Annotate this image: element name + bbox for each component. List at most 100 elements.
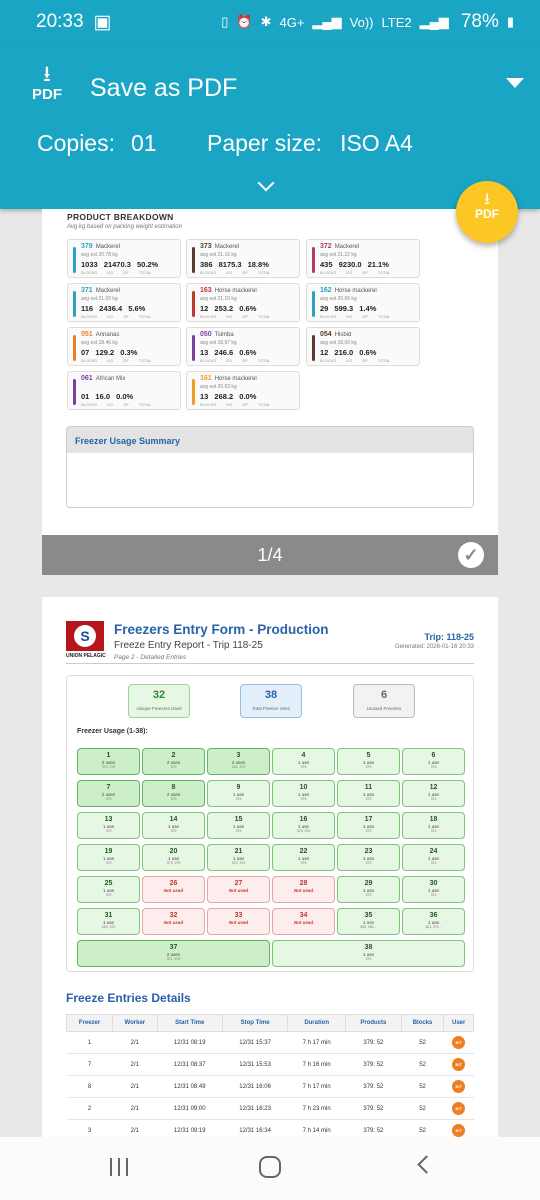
table-cell: 2/1 xyxy=(112,1097,158,1120)
product-color-bar xyxy=(73,379,76,405)
recent-apps-button[interactable] xyxy=(110,1158,130,1176)
printer-select[interactable]: Save as PDF xyxy=(90,74,237,103)
product-name: Horse mackerel xyxy=(214,376,257,382)
product-name: African Mix xyxy=(95,376,126,382)
report-subtitle: Freeze Entry Report - Trip 118-25 xyxy=(114,640,263,651)
user-badge: B/T xyxy=(452,1124,466,1137)
freezer-cell: 61 use 379 xyxy=(402,748,465,775)
freezer-cell: 19 1 use 379 xyxy=(77,844,140,871)
product-numbers: 12 216.0 0.6% xyxy=(320,348,377,357)
product-units: BLOCKS KG OF TOTAL xyxy=(81,402,152,407)
column-header: Worker xyxy=(112,1014,158,1032)
preview-page-1[interactable]: PRODUCT BREAKDOWN Avg kg based on packin… xyxy=(42,209,498,535)
network-type: 4G+ xyxy=(279,14,305,30)
freezer-cell: 22 1 use 379 xyxy=(272,844,335,871)
freezer-cell: 38 1 use 371 xyxy=(272,940,465,967)
freezer-cell: 23 1 use 372 xyxy=(337,844,400,871)
product-numbers: 29 599.3 1.4% xyxy=(320,304,377,313)
product-numbers: 01 16.0 0.0% xyxy=(81,392,134,401)
preview-page-2[interactable]: S UNION PELAGIC Freezers Entry Form - Pr… xyxy=(42,597,498,1142)
freezer-cell: 30 1 use 372 xyxy=(402,876,465,903)
product-card: 373 Mackerel avg est 21.16 kg 386 8175.3 18… xyxy=(186,239,300,278)
product-units: BLOCKS KG OF TOTAL xyxy=(200,402,271,407)
table-cell: 12/31 15:53 xyxy=(222,1053,288,1076)
page-number: 1/4 xyxy=(257,545,283,565)
trip-label: Trip: 118-25 xyxy=(424,632,474,642)
download-icon: ⭳ xyxy=(484,191,490,208)
user-badge: B/T xyxy=(452,1036,466,1049)
freezer-cell: 25 1 use 372 xyxy=(77,876,140,903)
home-button[interactable] xyxy=(259,1156,281,1178)
product-name: Horse mackerel xyxy=(214,288,257,294)
product-breakdown-subtitle: Avg kg based on packing weight estimatio… xyxy=(67,224,182,230)
product-avg: avg est 21.16 kg xyxy=(200,252,237,258)
product-name: Mackerel xyxy=(95,244,121,250)
freezer-cell: 16 1 use 373, 379 xyxy=(272,812,335,839)
table-cell: 379: 52 xyxy=(345,1031,402,1054)
page-selected-check-icon[interactable]: ✓ xyxy=(458,542,484,568)
paper-size-value[interactable]: ISO A4 xyxy=(340,130,413,156)
user-badge: B/T xyxy=(452,1058,466,1071)
product-name: Mackerel xyxy=(214,244,240,250)
product-name: Horse mackerel xyxy=(334,288,377,294)
product-color-bar xyxy=(73,247,76,273)
freezer-cell: 51 use 379 xyxy=(337,748,400,775)
table-cell: B/T xyxy=(443,1097,474,1120)
freezer-cell: 35 1 use 050, 061... xyxy=(337,908,400,935)
table-cell: B/T xyxy=(443,1075,474,1098)
table-cell: 12/31 08:49 xyxy=(157,1075,223,1098)
product-units: BLOCKS KG OF TOTAL xyxy=(320,314,391,319)
product-code: 061 African Mix xyxy=(81,375,126,382)
freezer-cell: 12 uses 372, 379 xyxy=(77,748,140,775)
product-units: BLOCKS KG OF TOTAL xyxy=(200,358,271,363)
product-numbers: 116 2436.4 5.6% xyxy=(81,304,146,313)
product-units: BLOCKS KG OF TOTAL xyxy=(200,314,271,319)
product-units: BLOCKS KG OF TOTAL xyxy=(81,314,152,319)
table-cell: B/T xyxy=(443,1031,474,1054)
product-code: 373 Mackerel xyxy=(200,243,240,250)
product-avg: avg est 21.10 kg xyxy=(200,296,237,302)
user-badge: B/T xyxy=(452,1102,466,1115)
table-cell: 379: 52 xyxy=(345,1097,402,1120)
freezer-cell: 41 use 379 xyxy=(272,748,335,775)
copies-field[interactable]: Copies: 01 xyxy=(37,130,157,157)
product-numbers: 435 9230.0 21.1% xyxy=(320,260,389,269)
product-color-bar xyxy=(192,379,195,405)
bluetooth-icon: ✱ xyxy=(260,14,272,29)
logo-text: UNION PELAGIC xyxy=(66,653,106,659)
product-color-bar xyxy=(192,247,195,273)
column-header: Products xyxy=(345,1014,402,1032)
freezer-cell: 20 1 use 373, 379 xyxy=(142,844,205,871)
freezer-cell: 26 Not used xyxy=(142,876,205,903)
product-name: Tsimba xyxy=(214,332,234,338)
printer-dropdown-icon[interactable] xyxy=(506,78,524,88)
table-cell: 2/1 xyxy=(112,1031,158,1054)
signal-icon: ▂▄▆ xyxy=(312,14,342,29)
lte-label: LTE2 xyxy=(381,14,412,30)
product-numbers: 13 246.6 0.6% xyxy=(200,348,257,357)
product-code: 051 Annanas xyxy=(81,331,120,338)
table-cell: B/T xyxy=(443,1053,474,1076)
table-cell: 7 h 17 min xyxy=(287,1075,346,1098)
product-card: 371 Mackerel avg est 21.00 kg 116 2436.4 5.… xyxy=(67,283,181,322)
product-avg: avg est 20.66 kg xyxy=(320,296,357,302)
paper-size-field[interactable]: Paper size: ISO A4 xyxy=(207,130,413,157)
pdf-download-icon: ⭳ PDF xyxy=(32,61,62,104)
product-avg: avg est 21.00 kg xyxy=(81,296,118,302)
freezer-cell: 10 1 use 379 xyxy=(272,780,335,807)
freezer-cell: 18 1 use 372 xyxy=(402,812,465,839)
expand-options-icon[interactable] xyxy=(257,174,275,192)
freezer-cell: 29 1 use 372 xyxy=(337,876,400,903)
battery-icon: ▮ xyxy=(506,14,514,29)
freezer-cell: 11 1 use 372 xyxy=(337,780,400,807)
download-pdf-button[interactable]: ⭳ PDF xyxy=(456,181,518,243)
freezer-usage-label: Freezer Usage (1-38): xyxy=(77,728,148,735)
report-title: Freezers Entry Form - Production xyxy=(114,622,329,637)
freezer-cell: 33 Not used xyxy=(207,908,270,935)
freezer-cell: 82 uses 373 xyxy=(142,780,205,807)
header-divider xyxy=(66,663,474,664)
copies-value[interactable]: 01 xyxy=(131,130,157,156)
freezer-cell: 28 Not used xyxy=(272,876,335,903)
back-button[interactable] xyxy=(417,1155,436,1174)
table-cell: 379: 52 xyxy=(345,1053,402,1076)
